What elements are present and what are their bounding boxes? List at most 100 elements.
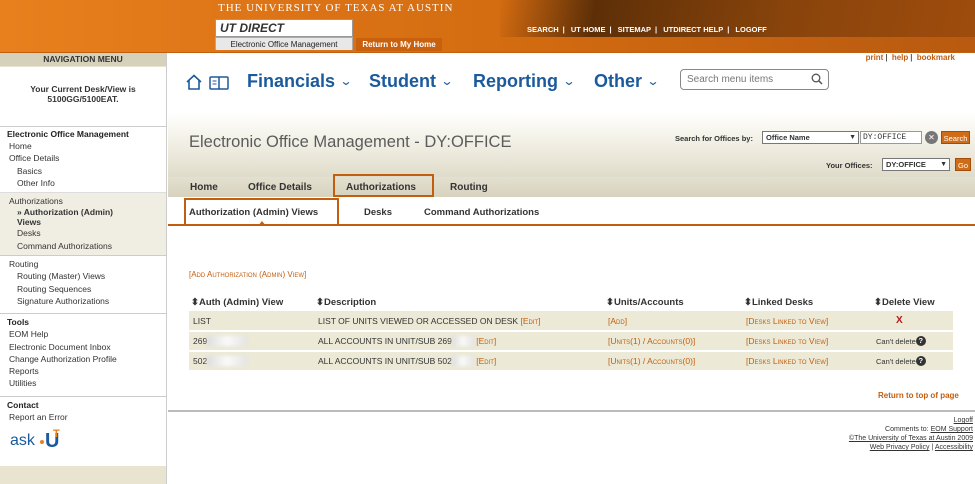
utdirect-logo[interactable]: UT DIRECT bbox=[215, 19, 353, 37]
nav-head-contact: Contact bbox=[7, 399, 39, 410]
accessibility-link[interactable]: Accessibility bbox=[935, 444, 973, 451]
nav-item-auth-admin-views[interactable]: » Authorization (Admin) Views bbox=[0, 207, 166, 227]
nav-item-command-authorizations[interactable]: Command Authorizations bbox=[0, 240, 166, 255]
your-offices-select[interactable]: DY:OFFICE ▼ bbox=[882, 158, 950, 171]
link-ut-home[interactable]: UT HOME bbox=[571, 25, 606, 34]
nav-head-routing[interactable]: Routing bbox=[0, 258, 166, 270]
search-offices-label: Search for Offices by: bbox=[675, 134, 753, 143]
cell-desks: [Desks Linked to View] bbox=[742, 311, 872, 332]
redacted-block bbox=[207, 356, 248, 367]
nav-head-tools: Tools bbox=[7, 317, 30, 328]
table-header-row: ⬍Auth (Admin) View ⬍Description ⬍Units/A… bbox=[189, 293, 953, 311]
col-description[interactable]: ⬍Description bbox=[314, 293, 604, 311]
print-link[interactable]: print bbox=[866, 53, 884, 62]
desc-text: ALL ACCOUNTS IN UNIT/SUB 269 bbox=[318, 335, 452, 346]
nav-item-reports[interactable]: Reports bbox=[0, 365, 166, 377]
col-delete-view[interactable]: ⬍Delete View bbox=[872, 293, 953, 311]
book-icon[interactable] bbox=[209, 76, 229, 90]
footer-comments-label: Comments to: bbox=[885, 426, 929, 433]
tab-return-home[interactable]: Return to My Home bbox=[356, 38, 442, 51]
edit-link[interactable]: [Edit] bbox=[520, 316, 540, 326]
your-office-value: DY:OFFICE bbox=[886, 160, 926, 169]
search-button[interactable]: Search bbox=[941, 131, 970, 144]
clear-icon[interactable]: ✕ bbox=[925, 131, 938, 144]
bookmark-link[interactable]: bookmark bbox=[917, 53, 955, 62]
help-icon[interactable]: ? bbox=[915, 336, 926, 346]
main-tabs: Home Office Details Authorizations Routi… bbox=[168, 177, 975, 197]
edit-link[interactable]: [Edit] bbox=[476, 356, 496, 366]
nav-item-office-details[interactable]: Office Details bbox=[0, 152, 166, 164]
nav-head-authorizations[interactable]: Authorizations bbox=[0, 195, 166, 207]
nav-item-basics[interactable]: Basics bbox=[0, 165, 166, 177]
link-logoff[interactable]: LOGOFF bbox=[735, 25, 766, 34]
nav-item-utilities[interactable]: Utilities bbox=[0, 377, 166, 395]
utility-links: print | help | bookmark bbox=[865, 53, 955, 62]
subtab-command-authorizations[interactable]: Command Authorizations bbox=[424, 207, 539, 218]
cell-desks: [Desks Linked to View] bbox=[742, 351, 872, 372]
redacted-block bbox=[207, 336, 248, 347]
menu-other[interactable]: Other ⌄ bbox=[594, 71, 660, 92]
desc-text: ALL ACCOUNTS IN UNIT/SUB 502 bbox=[318, 355, 452, 366]
privacy-policy-link[interactable]: Web Privacy Policy bbox=[870, 444, 930, 451]
top-links: SEARCH | UT HOME | SITEMAP | UTDIRECT HELP |… bbox=[527, 25, 767, 34]
desks-linked-link[interactable]: [Desks Linked to View] bbox=[746, 336, 828, 346]
return-to-top-link[interactable]: Return to top of page bbox=[878, 391, 959, 400]
desks-linked-link[interactable]: [Desks Linked to View] bbox=[746, 356, 828, 366]
nav-item-document-inbox[interactable]: Electronic Document Inbox bbox=[0, 341, 166, 353]
add-auth-view-link[interactable]: [Add Authorization (Admin) View] bbox=[189, 270, 306, 279]
svg-text:T: T bbox=[53, 428, 60, 440]
menu-reporting[interactable]: Reporting ⌄ bbox=[473, 71, 576, 92]
nav-item-routing-sequences[interactable]: Routing Sequences bbox=[0, 283, 166, 295]
nav-item-routing-views[interactable]: Routing (Master) Views bbox=[0, 270, 166, 282]
top-banner bbox=[0, 0, 975, 53]
col-auth-view[interactable]: ⬍Auth (Admin) View bbox=[189, 293, 314, 311]
nav-head-eom[interactable]: Electronic Office Management bbox=[0, 128, 166, 140]
link-sitemap[interactable]: SITEMAP bbox=[618, 25, 651, 34]
add-units-link[interactable]: [Add] bbox=[608, 316, 627, 326]
office-search-input[interactable]: DY:OFFICE bbox=[860, 131, 922, 144]
menu-student[interactable]: Student ⌄ bbox=[369, 71, 454, 92]
search-by-value: Office Name bbox=[766, 133, 810, 142]
tab-home[interactable]: Home bbox=[190, 182, 218, 193]
cant-delete-text: Can't delete bbox=[876, 357, 916, 366]
copyright-link[interactable]: ©The University of Texas at Austin 2009 bbox=[849, 435, 973, 442]
subtab-desks[interactable]: Desks bbox=[364, 207, 392, 218]
active-tab-highlight bbox=[333, 174, 434, 197]
search-icon[interactable] bbox=[811, 73, 823, 85]
menu-student-label: Student bbox=[369, 71, 436, 91]
tab-routing[interactable]: Routing bbox=[450, 182, 488, 193]
cant-delete-text: Can't delete bbox=[876, 337, 916, 346]
edit-link[interactable]: [Edit] bbox=[476, 336, 496, 346]
desks-linked-link[interactable]: [Desks Linked to View] bbox=[746, 316, 828, 326]
nav-item-report-error[interactable]: Report an Error bbox=[0, 411, 166, 423]
menu-financials[interactable]: Financials ⌄ bbox=[247, 71, 353, 92]
nav-item-signature-authorizations[interactable]: Signature Authorizations bbox=[0, 295, 166, 313]
view-code: 502 bbox=[193, 355, 208, 366]
go-button[interactable]: Go bbox=[955, 158, 971, 171]
nav-item-desks[interactable]: Desks bbox=[0, 227, 166, 239]
footer-logoff-link[interactable]: Logoff bbox=[954, 417, 973, 424]
desk-line1: Your Current Desk/View is bbox=[30, 84, 136, 94]
units-accounts-link[interactable]: [Units(1) / Accounts(0)] bbox=[608, 336, 695, 346]
home-icon[interactable] bbox=[186, 74, 202, 90]
cell-description: ALL ACCOUNTS IN UNIT/SUB 502 [Edit] bbox=[314, 351, 604, 372]
nav-item-other-info[interactable]: Other Info bbox=[0, 177, 166, 192]
nav-item-change-auth-profile[interactable]: Change Authorization Profile bbox=[0, 353, 166, 365]
search-by-select[interactable]: Office Name ▼ bbox=[762, 131, 859, 144]
units-accounts-link[interactable]: [Units(1) / Accounts(0)] bbox=[608, 356, 695, 366]
eom-support-link[interactable]: EOM Support bbox=[931, 426, 973, 433]
link-search[interactable]: SEARCH bbox=[527, 25, 559, 34]
tab-office-details[interactable]: Office Details bbox=[248, 182, 312, 193]
help-icon[interactable]: ? bbox=[915, 356, 926, 366]
link-utdirect-help[interactable]: UTDIRECT HELP bbox=[663, 25, 723, 34]
tab-eom[interactable]: Electronic Office Management bbox=[215, 37, 353, 50]
search-menu-input[interactable]: Search menu items bbox=[680, 69, 829, 90]
nav-item-home[interactable]: Home bbox=[0, 140, 166, 152]
help-link[interactable]: help bbox=[892, 53, 908, 62]
nav-item-eom-help[interactable]: EOM Help bbox=[0, 328, 166, 340]
delete-icon[interactable]: X bbox=[896, 315, 903, 326]
col-linked-desks[interactable]: ⬍Linked Desks bbox=[742, 293, 872, 311]
col-units-accounts[interactable]: ⬍Units/Accounts bbox=[604, 293, 742, 311]
ask-ut-logo[interactable]: ask U T bbox=[10, 425, 70, 453]
menu-financials-label: Financials bbox=[247, 71, 336, 91]
